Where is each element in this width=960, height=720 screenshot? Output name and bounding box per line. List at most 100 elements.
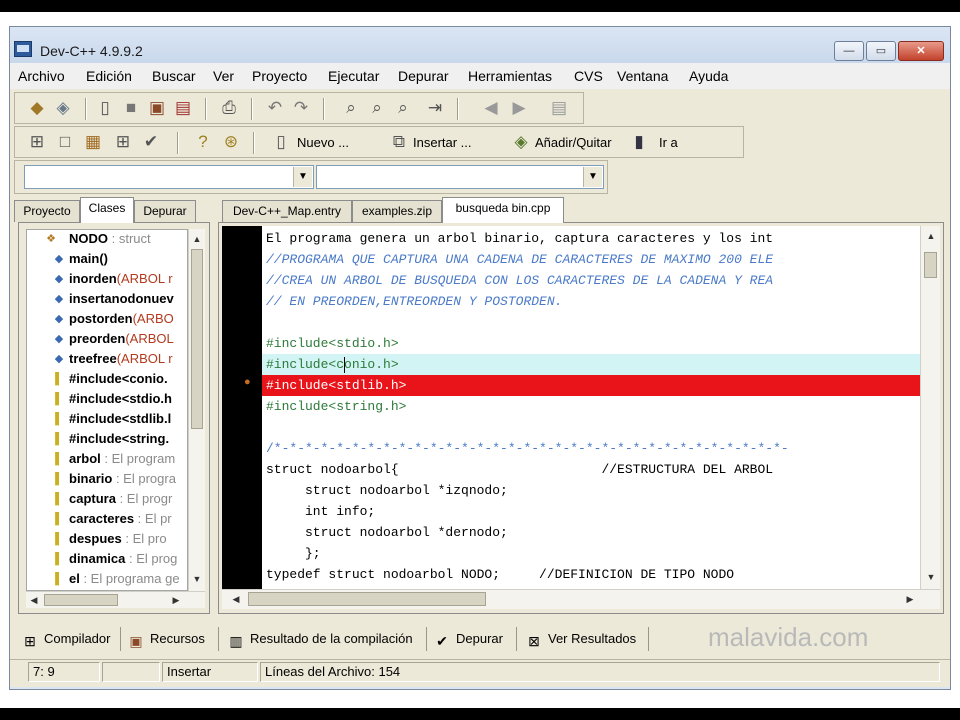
class-tree[interactable]: ❖ NODO : struct ◆ main() ◆ inorden(ARBOL…	[26, 229, 188, 591]
menu-ver[interactable]: Ver	[213, 68, 234, 84]
tree-item[interactable]: ▌ despues : El pro	[27, 530, 187, 550]
tree-item[interactable]: ▌ el : El programa ge	[27, 570, 187, 590]
tree-item-name: arbol	[69, 451, 101, 466]
toggle-bookmark-icon[interactable]: ▤	[549, 98, 569, 118]
tree-item[interactable]: ◆ inorden(ARBOL r	[27, 270, 187, 290]
scroll-right-icon[interactable]: ▶	[902, 591, 918, 607]
open-project-icon[interactable]: ◆	[27, 98, 47, 118]
tab-depurar[interactable]: Depurar	[134, 200, 196, 222]
tree-item[interactable]: ▌ #include<stdlib.l	[27, 410, 187, 430]
close-project-icon[interactable]: ◈	[53, 98, 73, 118]
menu-edicion[interactable]: Edición	[86, 68, 132, 84]
compile-icon[interactable]: ⊞	[27, 132, 47, 152]
editor-horizontal-scrollbar[interactable]: ◀ ▶	[222, 589, 940, 609]
minimize-button[interactable]: —	[834, 41, 864, 61]
about-icon[interactable]: ⊛	[221, 132, 241, 152]
tree-item[interactable]: ◆ postorden(ARBO	[27, 310, 187, 330]
tree-horizontal-scrollbar[interactable]: ◀ ▶	[26, 591, 205, 608]
goto-button[interactable]: Ir a	[659, 135, 678, 150]
menu-proyecto[interactable]: Proyecto	[252, 68, 307, 84]
tree-item[interactable]: ▌ captura : El progr	[27, 490, 187, 510]
prev-bookmark-icon[interactable]: ◀	[481, 98, 501, 118]
toolbar-separator	[251, 98, 253, 120]
save-icon[interactable]: ■	[121, 98, 141, 118]
menu-cvs[interactable]: CVS	[574, 68, 603, 84]
tab-resultado-compilacion[interactable]: ▥ Resultado de la compilación	[228, 627, 412, 651]
scroll-thumb[interactable]	[191, 249, 203, 429]
tab-ver-resultados[interactable]: ⊠ Ver Resultados	[526, 627, 636, 651]
find-next-icon[interactable]: ⌕	[393, 98, 413, 118]
editor-gutter[interactable]: ●	[222, 226, 262, 589]
menu-ayuda[interactable]: Ayuda	[689, 68, 728, 84]
close-file-icon[interactable]: ▤	[173, 98, 193, 118]
insert-button[interactable]: Insertar ...	[413, 135, 472, 150]
scroll-thumb[interactable]	[924, 252, 937, 278]
save-all-icon[interactable]: ▣	[147, 98, 167, 118]
find-icon[interactable]: ⌕	[341, 98, 361, 118]
menu-ventana[interactable]: Ventana	[617, 68, 668, 84]
maximize-button[interactable]: ▭	[866, 41, 896, 61]
check-icon: ✔	[436, 633, 448, 649]
tab-file-examples[interactable]: examples.zip	[352, 200, 442, 222]
check-syntax-icon[interactable]: ✔	[141, 132, 161, 152]
new-file-icon[interactable]: ▯	[95, 98, 115, 118]
dropdown-arrow-icon[interactable]: ▼	[293, 167, 312, 187]
code-editor[interactable]: El programa genera un arbol binario, cap…	[262, 226, 920, 589]
tab-depurar-output[interactable]: ✔ Depurar	[434, 627, 503, 651]
goto-line-icon[interactable]: ⇥	[425, 98, 445, 118]
run-icon[interactable]: □	[55, 132, 75, 152]
compile-run-icon[interactable]: ▦	[83, 132, 103, 152]
scroll-down-icon[interactable]: ▼	[923, 569, 939, 585]
tree-item[interactable]: ▌ binario : El progra	[27, 470, 187, 490]
tab-proyecto[interactable]: Proyecto	[14, 200, 80, 222]
dropdown-arrow-icon[interactable]: ▼	[583, 167, 602, 187]
add-remove-button[interactable]: Añadir/Quitar	[535, 135, 612, 150]
tree-item[interactable]: ▌ #include<conio.	[27, 370, 187, 390]
menu-buscar[interactable]: Buscar	[152, 68, 196, 84]
new-button[interactable]: Nuevo ...	[297, 135, 349, 150]
tree-item[interactable]: ❖ NODO : struct	[27, 230, 187, 250]
scroll-up-icon[interactable]: ▲	[189, 231, 205, 247]
tree-item[interactable]: ◆ main()	[27, 250, 187, 270]
tab-recursos[interactable]: ▣ Recursos	[128, 627, 205, 651]
scroll-left-icon[interactable]: ◀	[228, 591, 244, 607]
scroll-left-icon[interactable]: ◀	[26, 592, 42, 608]
tree-item[interactable]: ▌ #include<stdio.h	[27, 390, 187, 410]
tree-vertical-scrollbar[interactable]: ▲ ▼	[188, 229, 205, 591]
tree-item[interactable]: ▌ #include<string.	[27, 430, 187, 450]
rebuild-icon[interactable]: ⊞	[113, 132, 133, 152]
editor-vertical-scrollbar[interactable]: ▲ ▼	[920, 226, 940, 589]
next-bookmark-icon[interactable]: ▶	[509, 98, 529, 118]
tree-item[interactable]: ▌ caracteres : El pr	[27, 510, 187, 530]
menu-herramientas[interactable]: Herramientas	[468, 68, 552, 84]
menu-archivo[interactable]: Archivo	[18, 68, 65, 84]
member-select[interactable]: ▼	[316, 165, 604, 189]
tab-clases[interactable]: Clases	[80, 197, 134, 223]
tab-compilador[interactable]: ⊞ Compilador	[22, 627, 110, 651]
help-icon[interactable]: ?	[193, 132, 213, 152]
redo-icon[interactable]: ↷	[291, 98, 311, 118]
function-icon: ◆	[54, 313, 64, 325]
scroll-thumb[interactable]	[248, 592, 486, 606]
close-button[interactable]: ✕	[898, 41, 944, 61]
undo-icon[interactable]: ↶	[265, 98, 285, 118]
tab-file-busqueda[interactable]: busqueda bin.cpp	[442, 197, 564, 223]
tree-item[interactable]: ◆ insertanodonuev	[27, 290, 187, 310]
tree-item[interactable]: ▌ arbol : El program	[27, 450, 187, 470]
print-icon[interactable]: ⎙	[219, 98, 239, 118]
tree-item[interactable]: ◆ treefree(ARBOL r	[27, 350, 187, 370]
scroll-thumb[interactable]	[44, 594, 118, 606]
variable-icon: ▌	[55, 553, 63, 565]
scroll-up-icon[interactable]: ▲	[923, 228, 939, 244]
menu-depurar[interactable]: Depurar	[398, 68, 449, 84]
tree-item[interactable]: ◆ preorden(ARBOL	[27, 330, 187, 350]
breakpoint-icon[interactable]: ●	[244, 376, 251, 388]
tab-file-map-entry[interactable]: Dev-C++_Map.entry	[222, 200, 352, 222]
scroll-right-icon[interactable]: ▶	[168, 592, 184, 608]
tree-item[interactable]: ▌ dinamica : El prog	[27, 550, 187, 570]
replace-icon[interactable]: ⌕	[367, 98, 387, 118]
menu-ejecutar[interactable]: Ejecutar	[328, 68, 379, 84]
title-bar[interactable]	[10, 27, 950, 63]
class-select[interactable]: ▼	[24, 165, 314, 189]
scroll-down-icon[interactable]: ▼	[189, 571, 205, 587]
